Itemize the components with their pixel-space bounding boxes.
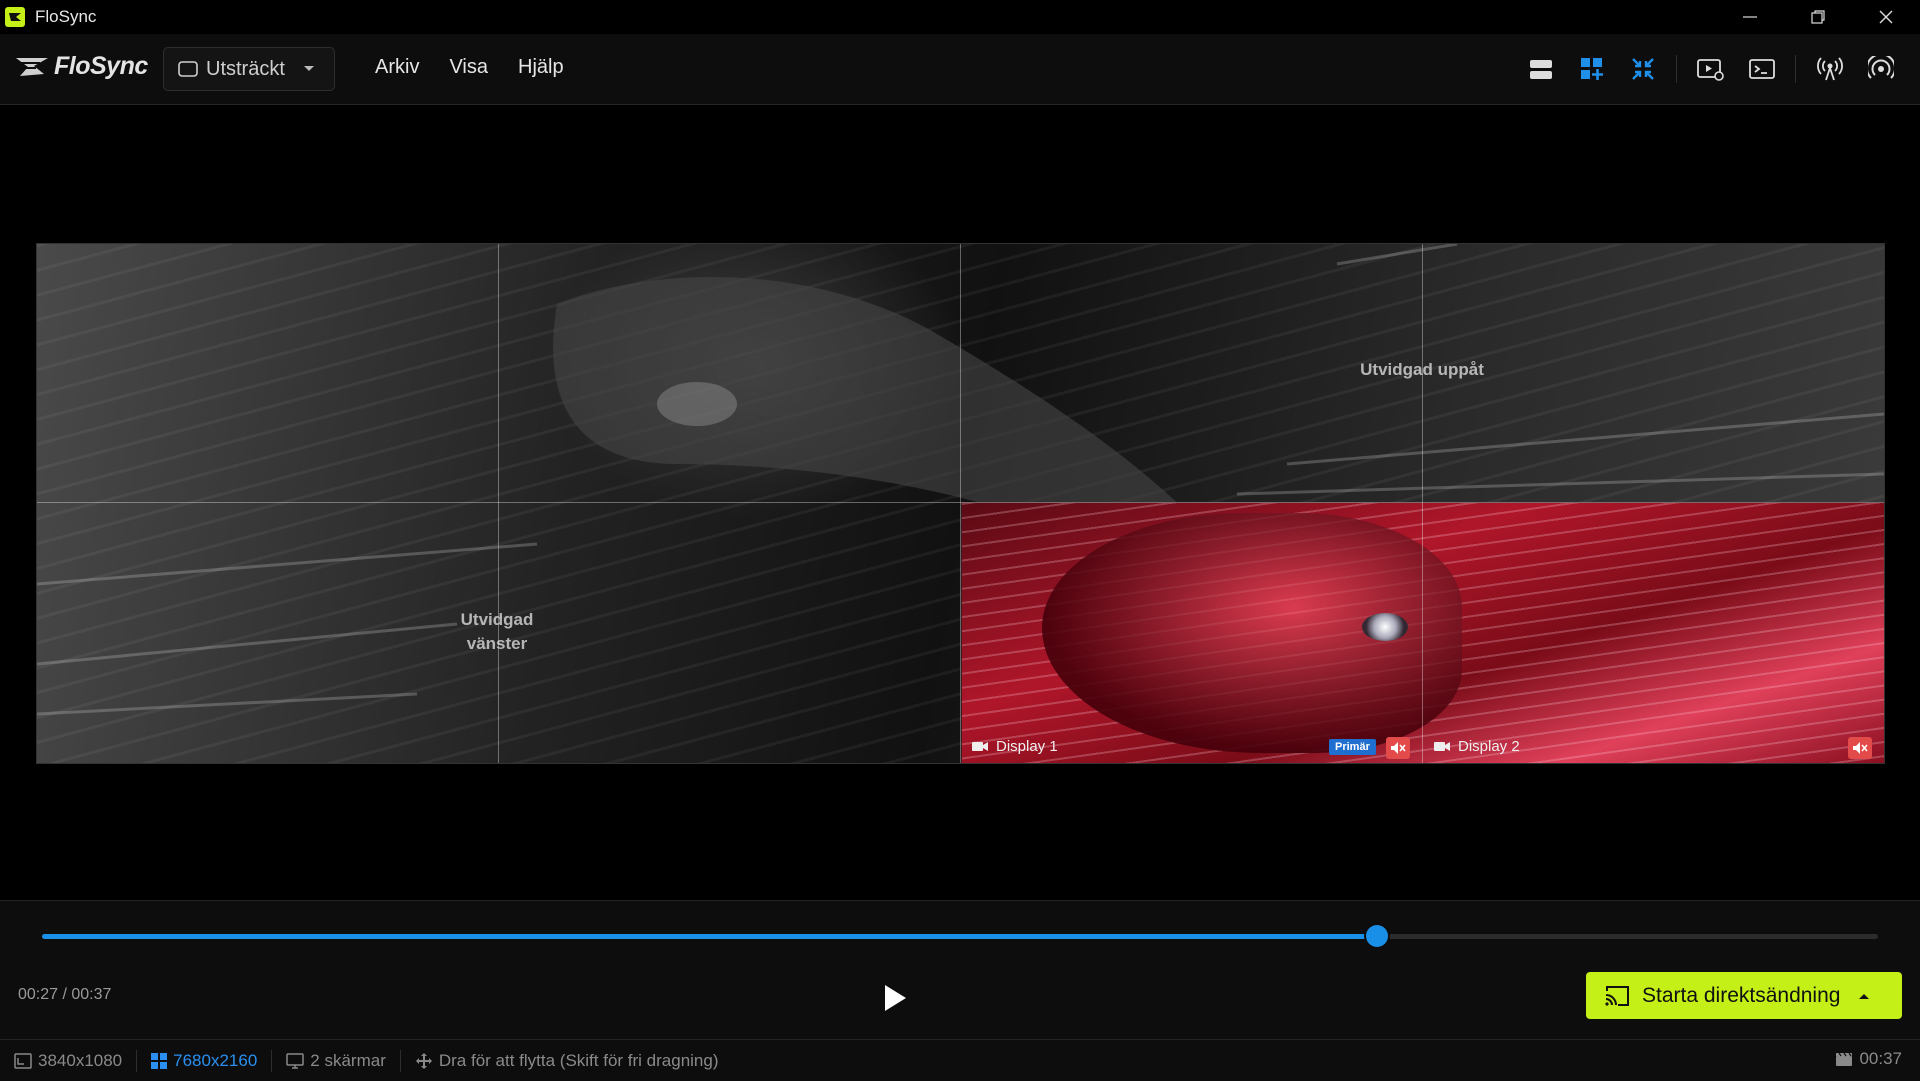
play-icon bbox=[885, 985, 906, 1011]
monitor-icon bbox=[286, 1052, 305, 1069]
status-bar: 3840x1080 7680x2160 2 skärmar Dra för at… bbox=[0, 1039, 1920, 1081]
region-label-left-line2: vänster bbox=[466, 634, 528, 653]
restore-icon bbox=[1811, 10, 1825, 24]
cast-icon bbox=[1605, 985, 1629, 1006]
grid-line-v2 bbox=[960, 244, 961, 763]
menu-hjalp[interactable]: Hjälp bbox=[518, 56, 564, 79]
grid-line-v3 bbox=[1422, 244, 1423, 763]
flosync-logo-icon bbox=[16, 57, 48, 76]
move-icon bbox=[415, 1052, 432, 1069]
signal-button[interactable] bbox=[1862, 50, 1900, 88]
chevron-up-icon bbox=[1859, 993, 1870, 999]
primary-badge: Primär bbox=[1329, 739, 1376, 755]
collapse-button[interactable] bbox=[1624, 50, 1662, 88]
playback-panel: 00:27 / 00:37 Starta direktsändning bbox=[0, 900, 1920, 1039]
terminal-icon bbox=[1749, 59, 1775, 79]
play-settings-button[interactable] bbox=[1692, 50, 1730, 88]
close-button[interactable] bbox=[1852, 0, 1920, 34]
clapper-icon bbox=[1836, 1052, 1853, 1066]
drag-hint: Dra för att flytta (Skift för fri dragni… bbox=[401, 1051, 733, 1071]
duration-readout: 00:37 bbox=[1835, 1049, 1902, 1069]
grid-line-v1 bbox=[498, 244, 499, 763]
display-mode-icon bbox=[178, 61, 198, 77]
display-resolution: 3840x1080 bbox=[0, 1051, 136, 1071]
minimize-button[interactable] bbox=[1716, 0, 1784, 34]
camera-icon bbox=[1434, 742, 1450, 751]
play-button[interactable] bbox=[875, 978, 915, 1018]
camera-icon bbox=[972, 742, 988, 751]
broadcast-icon bbox=[1817, 57, 1843, 81]
toolbar-separator-2 bbox=[1795, 55, 1796, 83]
display-2-name: Display 2 bbox=[1458, 738, 1520, 755]
region-label-left: Utvidgad vänster bbox=[417, 608, 577, 656]
display-2-label[interactable]: Display 2 bbox=[1434, 738, 1520, 755]
mode-dropdown-value: Utsträckt bbox=[206, 57, 285, 80]
screen-count-value: 2 skärmar bbox=[310, 1050, 386, 1070]
broadcast-button[interactable] bbox=[1811, 50, 1849, 88]
terminal-button[interactable] bbox=[1743, 50, 1781, 88]
grid-line-h1 bbox=[37, 502, 1884, 503]
display-resolution-value: 3840x1080 bbox=[38, 1050, 123, 1070]
display-2-mute-button[interactable] bbox=[1848, 737, 1872, 759]
headlight-artwork bbox=[1362, 613, 1408, 641]
seek-bar-thumb[interactable] bbox=[1365, 925, 1388, 947]
list-layout-icon bbox=[1530, 60, 1552, 79]
list-layout-button[interactable] bbox=[1522, 50, 1560, 88]
app-logo-icon bbox=[5, 7, 25, 27]
toolbar-separator bbox=[1676, 55, 1677, 83]
window-title: FloSync bbox=[35, 7, 97, 26]
region-label-left-line1: Utvidgad bbox=[460, 610, 534, 629]
start-live-button[interactable]: Starta direktsändning bbox=[1586, 972, 1902, 1019]
menu-arkiv[interactable]: Arkiv bbox=[375, 56, 419, 79]
resolution-icon bbox=[14, 1052, 32, 1069]
mode-dropdown[interactable]: Utsträckt bbox=[163, 47, 335, 91]
play-settings-icon bbox=[1697, 59, 1724, 81]
display-1-label[interactable]: Display 1 bbox=[972, 738, 1058, 755]
minimize-icon bbox=[1743, 16, 1757, 18]
video-wall[interactable]: Utvidgad vänster Utvidgad uppåt Display … bbox=[36, 243, 1885, 764]
seek-bar[interactable] bbox=[42, 925, 1878, 947]
grid-icon bbox=[151, 1052, 168, 1069]
canvas-resolution-value: 7680x2160 bbox=[173, 1050, 258, 1070]
signal-icon bbox=[1868, 56, 1894, 79]
collapse-icon bbox=[1632, 58, 1654, 80]
grid-add-button[interactable] bbox=[1573, 50, 1611, 88]
grid-add-icon bbox=[1581, 58, 1603, 80]
title-bar: FloSync bbox=[0, 0, 1920, 34]
muted-speaker-icon bbox=[1391, 742, 1406, 754]
restore-button[interactable] bbox=[1784, 0, 1852, 34]
time-readout: 00:27 / 00:37 bbox=[18, 986, 112, 1003]
close-icon bbox=[1879, 10, 1893, 24]
preview-canvas[interactable]: Utvidgad vänster Utvidgad uppåt Display … bbox=[0, 105, 1920, 900]
region-label-up: Utvidgad uppåt bbox=[1360, 360, 1484, 379]
display-1-mute-button[interactable] bbox=[1386, 737, 1410, 759]
chevron-down-icon bbox=[303, 66, 314, 71]
menu-visa[interactable]: Visa bbox=[449, 56, 488, 79]
seek-bar-progress bbox=[42, 934, 1377, 939]
start-live-label: Starta direktsändning bbox=[1642, 983, 1841, 1007]
muted-speaker-icon bbox=[1853, 742, 1868, 754]
brand-name: FloSync bbox=[54, 52, 148, 80]
duration-value: 00:37 bbox=[1859, 1049, 1902, 1068]
drag-hint-text: Dra för att flytta (Skift för fri dragni… bbox=[438, 1050, 719, 1070]
display-1-name: Display 1 bbox=[996, 738, 1058, 755]
menu-bar: FloSync Utsträckt Arkiv Visa Hjälp bbox=[0, 34, 1920, 105]
active-display-region bbox=[961, 502, 1884, 763]
canvas-resolution[interactable]: 7680x2160 bbox=[137, 1051, 271, 1071]
brand-logo: FloSync bbox=[14, 52, 148, 81]
screen-count: 2 skärmar bbox=[272, 1051, 400, 1071]
